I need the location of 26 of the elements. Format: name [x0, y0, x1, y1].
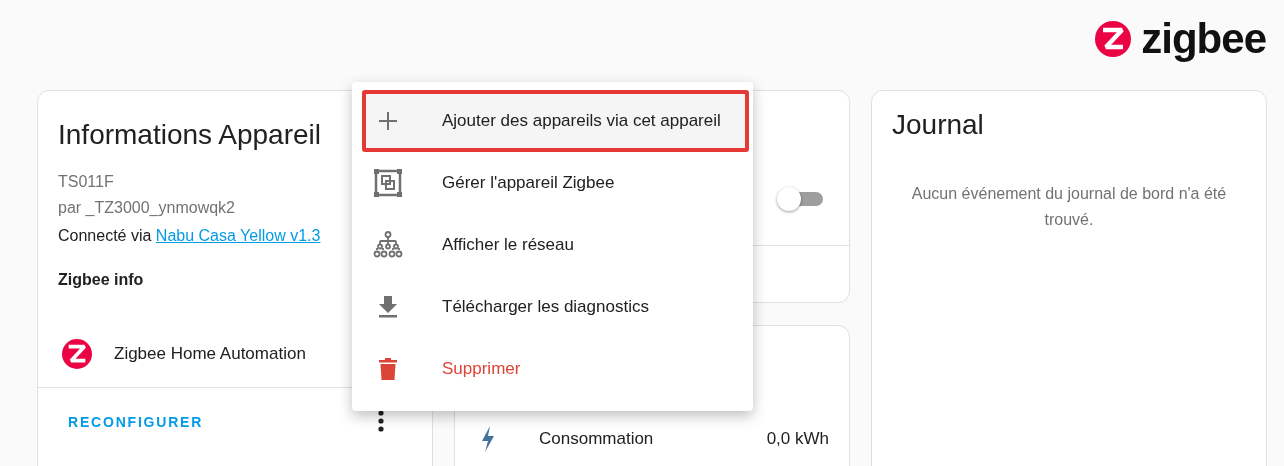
model-text: TS011F — [58, 172, 114, 192]
plus-icon — [378, 111, 398, 131]
network-icon — [373, 231, 403, 259]
zigbee-logo-icon — [62, 339, 92, 369]
sensor-value: 0,0 kWh — [766, 429, 829, 449]
connected-label: Connecté via — [58, 227, 152, 244]
download-icon — [378, 296, 398, 318]
manufacturer-text: par _TZ3000_ynmowqk2 — [58, 198, 235, 218]
menu-item[interactable]: Afficher le réseau — [352, 214, 753, 276]
logo-text: zigbee — [1141, 18, 1266, 60]
toggle-switch[interactable] — [777, 187, 823, 211]
trash-icon — [379, 358, 397, 380]
integration-name: Zigbee Home Automation — [114, 344, 306, 364]
more-icon[interactable] — [378, 409, 384, 432]
lightning-icon — [481, 426, 495, 452]
menu-item[interactable]: Télécharger les diagnostics — [352, 276, 753, 338]
menu-item[interactable]: Supprimer — [352, 338, 753, 400]
empty-message: Aucun événement du journal de bord n'a été trouvé. — [910, 184, 1228, 230]
section-heading: Zigbee info — [57, 270, 145, 289]
zigbee-logo-icon — [1095, 21, 1132, 57]
sensor-label: Consommation — [539, 429, 655, 449]
device-frame-icon — [374, 169, 402, 197]
card-title: Informations Appareil — [57, 118, 323, 151]
menu-item[interactable]: Ajouter des appareils via cet appareil — [362, 90, 749, 152]
card-title: Journal — [891, 108, 985, 141]
menu-item[interactable]: Gérer l'appareil Zigbee — [352, 152, 753, 214]
